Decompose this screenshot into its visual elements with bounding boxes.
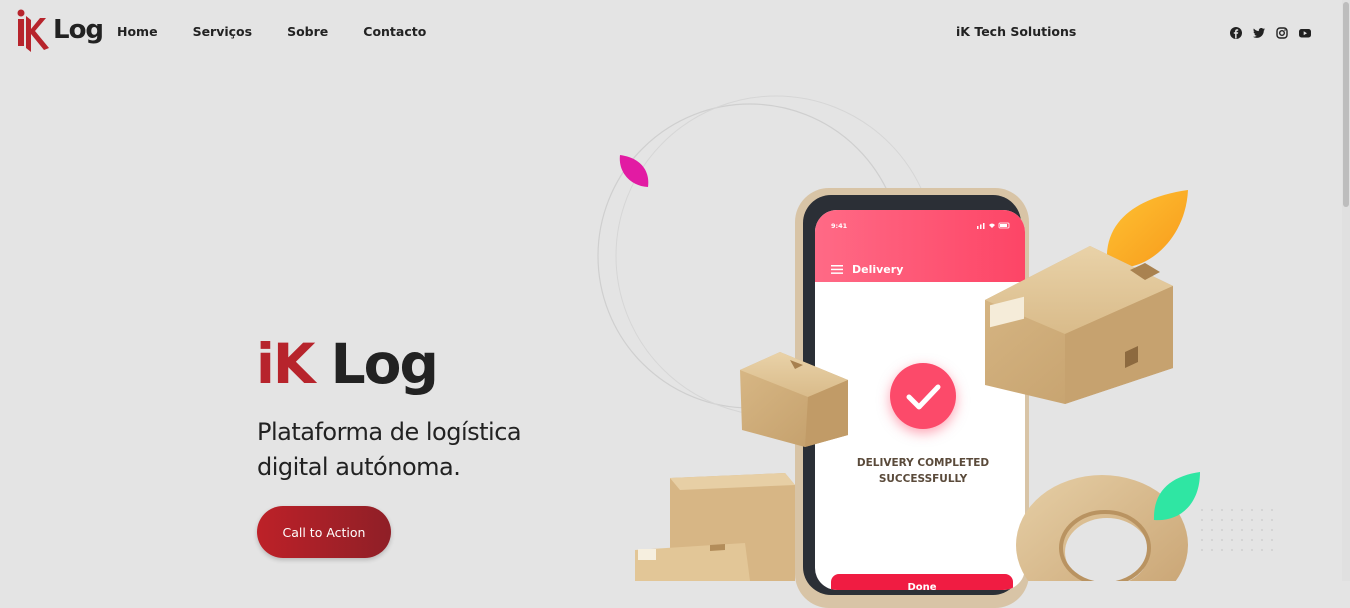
nav-sobre[interactable]: Sobre <box>287 24 328 39</box>
phone-screen: 9:41 Delivery DELIVERY COMPLETED SUCCESS… <box>815 210 1025 590</box>
success-check-icon <box>890 363 956 429</box>
status-time: 9:41 <box>831 222 848 230</box>
company-name: iK Tech Solutions <box>956 24 1077 39</box>
call-to-action-button[interactable]: Call to Action <box>257 506 391 558</box>
hero-subtitle: Plataforma de logística digital autónoma… <box>257 418 522 481</box>
logo-text: Log <box>53 15 104 45</box>
nav-contacto[interactable]: Contacto <box>363 24 426 39</box>
delivery-status-message: DELIVERY COMPLETED SUCCESSFULLY <box>856 457 990 485</box>
ik-logo-mark-icon <box>17 9 49 52</box>
phone-bezel: 9:41 Delivery DELIVERY COMPLETED SUCCESS… <box>803 195 1025 595</box>
screen-title: Delivery <box>852 263 904 276</box>
phone-mockup: 9:41 Delivery DELIVERY COMPLETED SUCCESS… <box>795 188 1029 608</box>
done-button[interactable]: Done <box>831 574 1013 590</box>
instagram-icon[interactable] <box>1275 25 1289 39</box>
site-header: Log Home Serviços Sobre Contacto iK Tech… <box>0 0 1350 66</box>
nav-home[interactable]: Home <box>117 24 158 39</box>
hero-title: iK Log <box>256 326 439 402</box>
main-nav: Home Serviços Sobre Contacto <box>117 24 461 39</box>
scrollbar[interactable] <box>1342 0 1350 581</box>
menu-icon[interactable] <box>831 265 843 274</box>
facebook-icon[interactable] <box>1229 25 1243 39</box>
hero-illustration: 9:41 Delivery DELIVERY COMPLETED SUCCESS… <box>590 90 1290 608</box>
phone-header-bar: 9:41 Delivery <box>815 210 1025 282</box>
hero-title-rest: Log <box>330 332 439 396</box>
nav-servicos[interactable]: Serviços <box>193 24 253 39</box>
scrollbar-thumb[interactable] <box>1343 2 1349 207</box>
twitter-icon[interactable] <box>1252 25 1266 39</box>
hero-title-brand: iK <box>256 332 316 396</box>
logo[interactable]: Log <box>16 8 104 52</box>
social-links <box>1229 25 1312 39</box>
youtube-icon[interactable] <box>1298 25 1312 39</box>
signal-wifi-battery-icon <box>977 222 1010 229</box>
